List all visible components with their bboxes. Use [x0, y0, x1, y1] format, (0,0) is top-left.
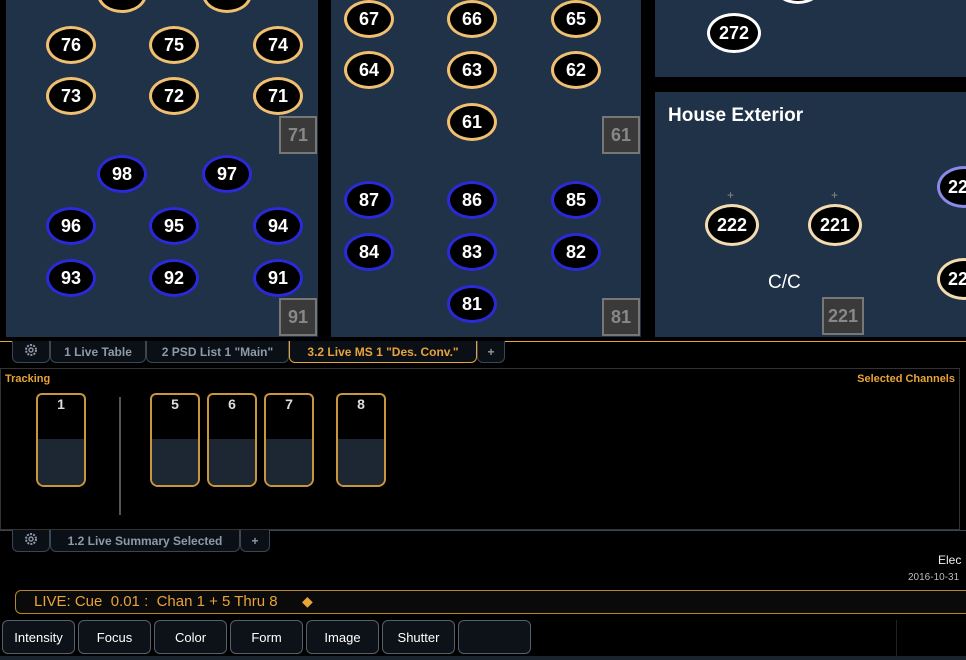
channel-button[interactable]: 72	[149, 77, 199, 115]
panel-middle: 67 66 65 64 63 62 61 61 87 86 85 84 83 8…	[331, 0, 641, 337]
channel-button[interactable]: 65	[551, 0, 601, 38]
command-line[interactable]: LIVE: Cue 0.01 : Chan 1 + 5 Thru 8 ◆	[15, 590, 966, 614]
channel-button[interactable]: 222	[705, 204, 759, 246]
panel-left: 76 75 74 73 72 71 71 98 97 96 95 94 93 9…	[6, 0, 318, 337]
group-button[interactable]: 61	[602, 116, 640, 154]
group-button[interactable]: 91	[279, 298, 317, 336]
channel-partial[interactable]	[202, 0, 252, 13]
channel-button[interactable]: 86	[447, 181, 497, 219]
tab-settings-gear[interactable]	[12, 530, 50, 552]
channel-button[interactable]: 92	[149, 259, 199, 297]
cc-label: C/C	[768, 272, 801, 293]
tab-add[interactable]: +	[240, 530, 270, 552]
channel-button[interactable]: 98	[97, 155, 147, 193]
tracking-title: Tracking	[5, 373, 51, 385]
selected-channels-title: Selected Channels	[857, 373, 955, 385]
group-button[interactable]: 221	[822, 297, 864, 335]
channel-button[interactable]: 83	[447, 233, 497, 271]
channel-button[interactable]: 85	[551, 181, 601, 219]
channel-button[interactable]: 94	[253, 207, 303, 245]
info-date: 2016-10-31	[908, 572, 960, 583]
panel-house-exterior: House Exterior + + 222 221 22 22 C/C 221	[655, 92, 966, 337]
fader-body	[336, 413, 386, 487]
channel-button[interactable]: 87	[344, 181, 394, 219]
softkey-color[interactable]: Color	[154, 620, 227, 654]
tab-live-summary[interactable]: 1.2 Live Summary Selected	[50, 530, 240, 552]
tab-bar-top: 1 Live Table 2 PSD List 1 "Main" 3.2 Liv…	[0, 341, 966, 367]
channel-button[interactable]: 64	[344, 51, 394, 89]
channel-button[interactable]: 22	[937, 166, 966, 208]
fader-label: 1	[36, 393, 86, 413]
group-button[interactable]: 81	[602, 298, 640, 336]
fader-label: 6	[207, 393, 257, 413]
bottom-strip	[0, 656, 966, 660]
gear-icon	[23, 531, 39, 550]
house-exterior-title: House Exterior	[668, 105, 804, 126]
channel-partial[interactable]	[97, 0, 147, 13]
diamond-icon: ◆	[302, 593, 313, 609]
tab-live-ms[interactable]: 3.2 Live MS 1 "Des. Conv."	[289, 341, 477, 363]
channel-button[interactable]: 73	[46, 77, 96, 115]
softkey-image[interactable]: Image	[306, 620, 379, 654]
fader-label: 8	[336, 393, 386, 413]
channel-button[interactable]: 66	[447, 0, 497, 38]
channel-button[interactable]: 75	[149, 26, 199, 64]
channel-button[interactable]: 84	[344, 233, 394, 271]
channel-button[interactable]: 76	[46, 26, 96, 64]
fader-body	[36, 413, 86, 487]
tab-live-table[interactable]: 1 Live Table	[50, 341, 146, 363]
softkey-empty[interactable]	[458, 620, 531, 654]
crosshair-marker: +	[831, 188, 839, 202]
tab-add[interactable]: +	[477, 341, 505, 363]
channel-button[interactable]: 71	[253, 77, 303, 115]
fader-divider	[119, 397, 121, 515]
softkey-intensity[interactable]: Intensity	[2, 620, 75, 654]
softkey-form[interactable]: Form	[230, 620, 303, 654]
channel-button[interactable]: 93	[46, 259, 96, 297]
fader-body	[207, 413, 257, 487]
fader-label: 7	[264, 393, 314, 413]
tab-settings-gear[interactable]	[12, 341, 50, 363]
gear-icon	[23, 342, 39, 361]
tab-psd-list[interactable]: 2 PSD List 1 "Main"	[146, 341, 289, 363]
crosshair-marker: +	[727, 188, 735, 202]
channel-button[interactable]: 82	[551, 233, 601, 271]
channel-button[interactable]: 272	[707, 13, 761, 53]
channel-button[interactable]: 63	[447, 51, 497, 89]
group-button[interactable]: 71	[279, 116, 317, 154]
channel-button[interactable]: 97	[202, 155, 252, 193]
fader-body	[150, 413, 200, 487]
channel-button[interactable]: 67	[344, 0, 394, 38]
fader-body	[264, 413, 314, 487]
channel-button[interactable]: 74	[253, 26, 303, 64]
command-line-text: LIVE: Cue 0.01 : Chan 1 + 5 Thru 8	[34, 593, 278, 610]
tracking-panel: Tracking Selected Channels 1 5 6 7 8	[0, 368, 960, 530]
channel-button[interactable]: 96	[46, 207, 96, 245]
softkey-shutter[interactable]: Shutter	[382, 620, 455, 654]
display-box	[896, 620, 966, 656]
channel-button[interactable]: 61	[447, 103, 497, 141]
tab-bar-bottom: 1.2 Live Summary Selected +	[0, 530, 966, 554]
fader-label: 5	[150, 393, 200, 413]
info-title: Elec	[938, 553, 962, 567]
channel-button[interactable]: 95	[149, 207, 199, 245]
softkey-focus[interactable]: Focus	[78, 620, 151, 654]
channel-button[interactable]: 22	[937, 258, 966, 300]
magic-sheet: 76 75 74 73 72 71 71 98 97 96 95 94 93 9…	[0, 0, 966, 340]
channel-button[interactable]: 62	[551, 51, 601, 89]
channel-button[interactable]: 91	[253, 259, 303, 297]
channel-button[interactable]: 221	[808, 204, 862, 246]
panel-right-top: 272	[655, 0, 966, 77]
channel-partial[interactable]	[773, 0, 823, 4]
channel-button[interactable]: 81	[447, 285, 497, 323]
